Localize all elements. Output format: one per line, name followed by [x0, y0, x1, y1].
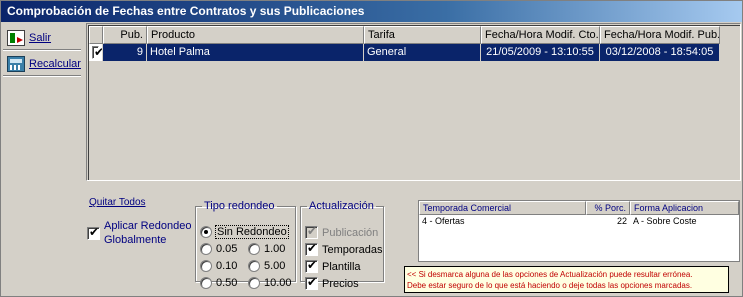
check-publicacion-box: [305, 224, 318, 239]
header-tarifa[interactable]: Tarifa: [364, 26, 481, 44]
row-checkbox[interactable]: [92, 44, 102, 61]
check-temporadas-label: Temporadas: [322, 243, 383, 256]
exit-button[interactable]: Salir: [3, 26, 81, 50]
tipo-redondeo-legend: Tipo redondeo: [204, 200, 275, 212]
radio-010-label: 0.10: [216, 260, 238, 272]
radio-010-button[interactable]: [200, 260, 212, 272]
header-pub[interactable]: Pub.: [103, 26, 147, 44]
aplicar-redondeo-label: Aplicar Redondeo Globalmente: [104, 220, 192, 246]
tipo-redondeo-group: Tipo redondeo Sin Redondeo 0.05 1.00 0.1…: [195, 200, 296, 289]
check-plantilla-label: Plantilla: [322, 260, 361, 273]
radio-010[interactable]: 0.10: [200, 260, 237, 272]
header-porc[interactable]: % Porc.: [586, 201, 630, 215]
cell-temporada: 4 - Ofertas: [422, 216, 465, 226]
contracts-grid[interactable]: Pub. Producto Tarifa Fecha/Hora Modif. C…: [86, 23, 741, 181]
cell-porc: 22: [616, 216, 627, 226]
cell-fecha-pub: 03/12/2008 - 18:54:05: [600, 44, 720, 62]
radio-100-label: 1.00: [264, 243, 286, 255]
check-plantilla-box[interactable]: [305, 258, 318, 273]
header-fecha-cto[interactable]: Fecha/Hora Modif. Cto.: [481, 26, 600, 44]
actualizacion-legend: Actualización: [309, 200, 374, 212]
check-publicacion-label: Publicación: [322, 226, 379, 239]
radio-005[interactable]: 0.05: [200, 243, 237, 255]
radio-005-button[interactable]: [200, 243, 212, 255]
table-row[interactable]: 4 - Ofertas 22 A - Sobre Coste: [419, 215, 739, 228]
radio-500[interactable]: 5.00: [248, 260, 285, 272]
quitar-todos-link[interactable]: Quitar Todos: [89, 197, 146, 208]
temporadas-header: Temporada Comercial % Porc. Forma Aplica…: [419, 201, 739, 215]
toolbar-separator: [3, 49, 81, 51]
row-check-cell[interactable]: [89, 44, 103, 62]
radio-050-button[interactable]: [200, 277, 212, 289]
check-plantilla[interactable]: Plantilla: [305, 258, 361, 273]
radio-1000-label: 10.00: [264, 277, 292, 289]
radio-1000[interactable]: 10.00: [248, 277, 292, 289]
radio-005-label: 0.05: [216, 243, 238, 255]
warning-line-2: Debe estar seguro de lo que está haciend…: [407, 281, 693, 290]
exit-label: Salir: [29, 32, 52, 44]
check-temporadas-box[interactable]: [305, 241, 318, 256]
header-forma[interactable]: Forma Aplicacion: [630, 201, 739, 215]
window-title: Comprobación de Fechas entre Contratos y…: [1, 1, 742, 22]
warning-note: << Si desmarca alguna de las opciones de…: [404, 266, 729, 293]
check-temporadas[interactable]: Temporadas: [305, 241, 383, 256]
recalc-button[interactable]: Recalcular: [3, 52, 81, 76]
main-window: Comprobación de Fechas entre Contratos y…: [0, 0, 743, 297]
radio-100-button[interactable]: [248, 243, 260, 255]
cell-producto: Hotel Palma: [147, 44, 364, 62]
radio-sin-redondeo[interactable]: Sin Redondeo: [200, 225, 289, 239]
exit-door-icon: [7, 30, 25, 46]
header-producto[interactable]: Producto: [147, 26, 364, 44]
table-row[interactable]: 9 Hotel Palma General 21/05/2009 - 13:10…: [89, 44, 720, 62]
radio-sin-redondeo-button[interactable]: [200, 226, 212, 238]
radio-sin-redondeo-label: Sin Redondeo: [215, 225, 289, 239]
recalc-label: Recalcular: [29, 58, 81, 70]
temporadas-table[interactable]: Temporada Comercial % Porc. Forma Aplica…: [418, 200, 740, 262]
radio-1000-button[interactable]: [248, 277, 260, 289]
cell-forma: A - Sobre Coste: [633, 216, 697, 226]
aplicar-redondeo-checkbox[interactable]: [87, 225, 100, 240]
radio-500-label: 5.00: [264, 260, 286, 272]
check-precios-label: Precios: [322, 277, 359, 290]
header-temporada[interactable]: Temporada Comercial: [419, 201, 586, 215]
header-check-col: [89, 26, 103, 44]
cell-fecha-cto: 21/05/2009 - 13:10:55: [481, 44, 600, 62]
check-precios-box[interactable]: [305, 275, 318, 290]
cell-tarifa: General: [364, 44, 481, 62]
check-publicacion: Publicación: [305, 224, 379, 239]
warning-line-1: << Si desmarca alguna de las opciones de…: [407, 270, 693, 279]
header-fecha-pub[interactable]: Fecha/Hora Modif. Pub.: [600, 26, 720, 44]
aplicar-redondeo-option[interactable]: Aplicar Redondeo Globalmente: [87, 219, 199, 247]
radio-500-button[interactable]: [248, 260, 260, 272]
check-precios[interactable]: Precios: [305, 275, 359, 290]
grid-header: Pub. Producto Tarifa Fecha/Hora Modif. C…: [89, 26, 720, 44]
actualizacion-group: Actualización Publicación Temporadas Pla…: [300, 200, 384, 290]
cell-pub: 9: [103, 44, 147, 62]
radio-100[interactable]: 1.00: [248, 243, 285, 255]
radio-050-label: 0.50: [216, 277, 238, 289]
toolbar-separator: [3, 75, 81, 77]
calculator-icon: [7, 56, 25, 72]
radio-050[interactable]: 0.50: [200, 277, 237, 289]
